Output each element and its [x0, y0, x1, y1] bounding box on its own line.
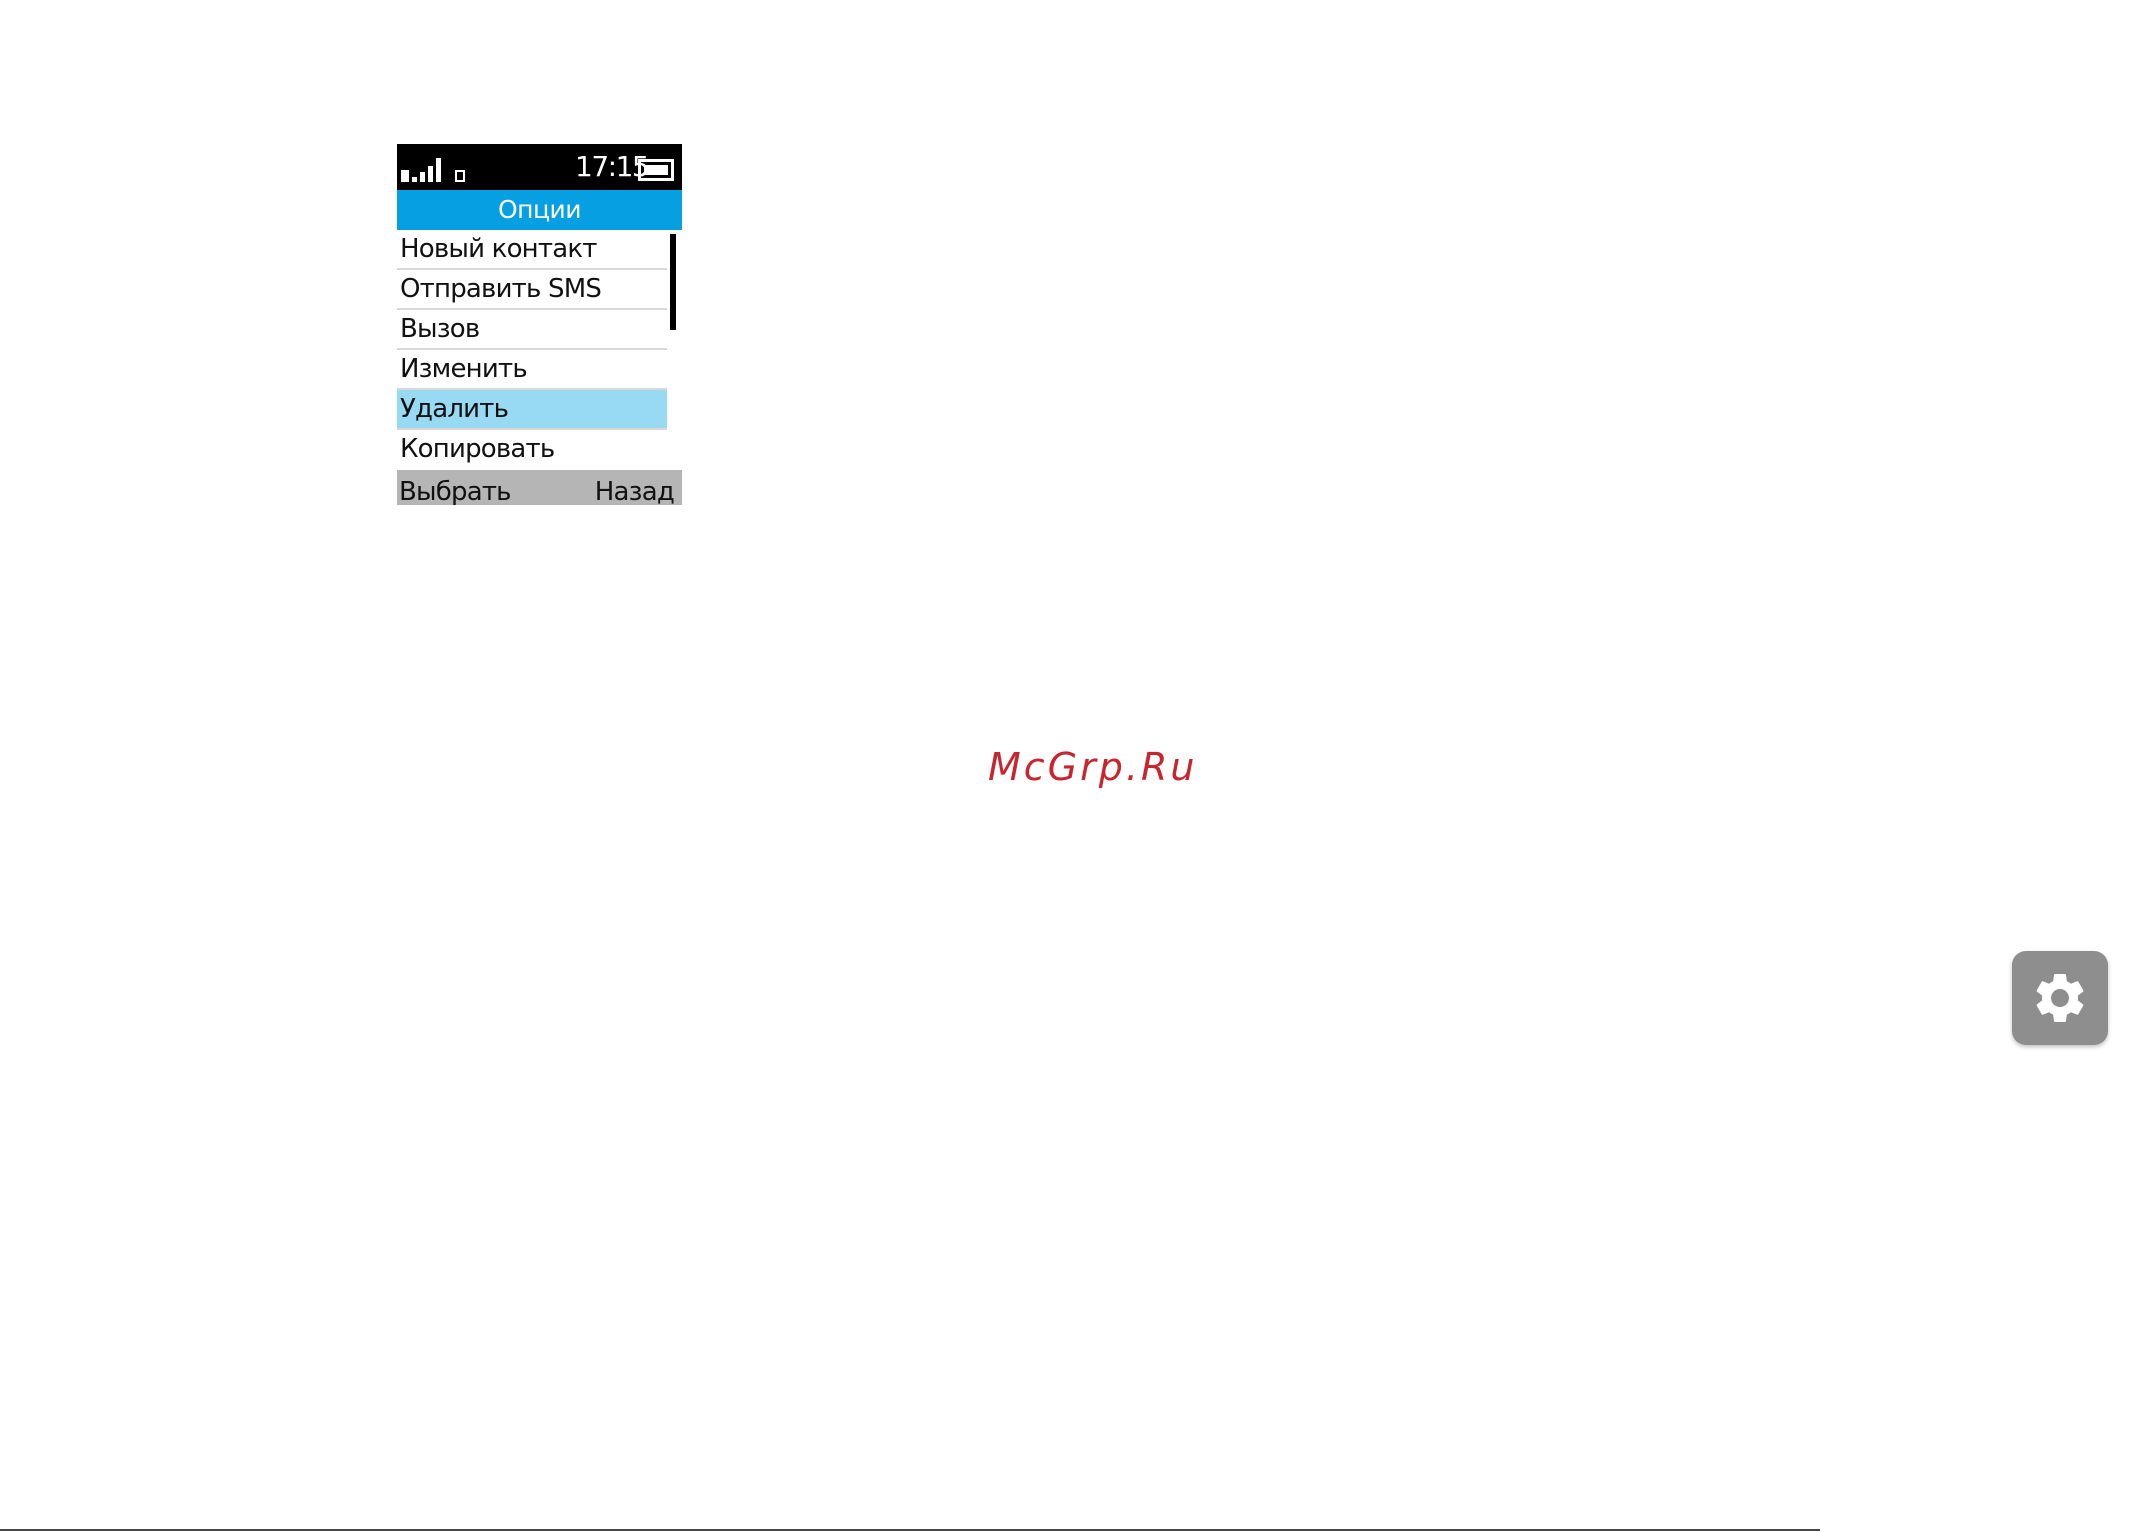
- menu-item-copy[interactable]: Копировать: [397, 430, 667, 470]
- status-bar: 17:15: [397, 144, 682, 190]
- select-softkey[interactable]: Выбрать: [399, 470, 512, 505]
- options-menu: Новый контакт Отправить SMS Вызов Измени…: [397, 230, 667, 470]
- back-softkey[interactable]: Назад: [595, 470, 675, 505]
- menu-item-call[interactable]: Вызов: [397, 310, 667, 350]
- menu-item-delete[interactable]: Удалить: [397, 390, 667, 430]
- signal-strength-icon: [401, 158, 445, 182]
- watermark-text: McGrp.Ru: [988, 745, 1198, 789]
- softkey-bar: Выбрать Назад: [397, 470, 682, 505]
- sim-card-icon: [455, 170, 465, 182]
- screen-title: Опции: [397, 190, 682, 230]
- menu-item-send-sms[interactable]: Отправить SMS: [397, 270, 667, 310]
- page-bottom-rule: [0, 1529, 1820, 1531]
- menu-item-edit[interactable]: Изменить: [397, 350, 667, 390]
- scrollbar-thumb[interactable]: [670, 234, 676, 330]
- phone-screen: 17:15 Опции Новый контакт Отправить SMS …: [397, 144, 682, 505]
- page: 17:15 Опции Новый контакт Отправить SMS …: [0, 0, 2155, 1532]
- gear-icon: [2036, 974, 2084, 1022]
- settings-button[interactable]: [2012, 951, 2108, 1045]
- menu-item-new-contact[interactable]: Новый контакт: [397, 230, 667, 270]
- battery-icon: [638, 159, 674, 181]
